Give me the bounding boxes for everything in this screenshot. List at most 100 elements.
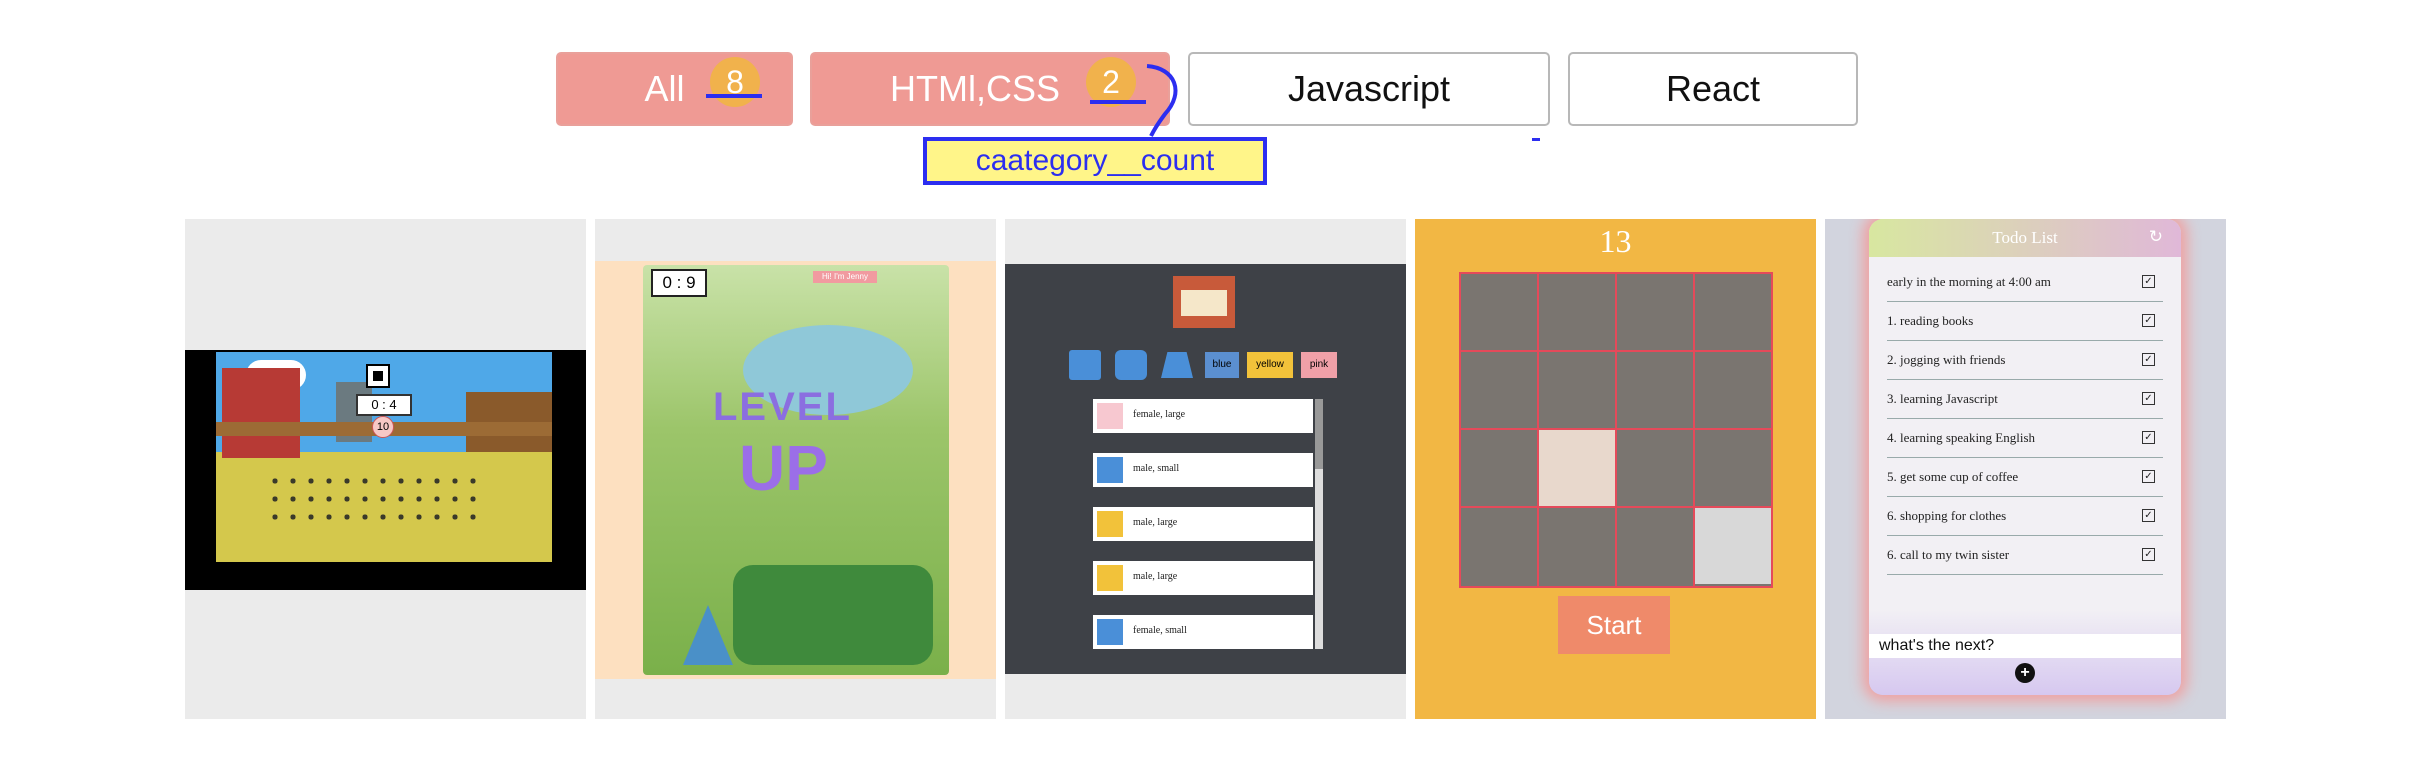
project-card-search-game[interactable]: 0 : 9 Hi! I'm Jenny LEVEL UP [595, 219, 996, 719]
annotation-underline [706, 94, 762, 98]
farm-scene: 0 : 4 10 [216, 352, 552, 562]
product-label: female, large [1133, 409, 1186, 420]
start-label: Start [1586, 609, 1642, 640]
add-icon[interactable]: + [2015, 663, 2035, 683]
todo-item-text: 4. learning speaking English [1887, 430, 2036, 445]
ant-swarm [266, 472, 486, 532]
tent [683, 605, 733, 665]
pants-icon[interactable] [1069, 350, 1101, 380]
list-item[interactable]: male, large [1093, 561, 1313, 595]
annotation-label: caategory__count [923, 137, 1267, 185]
shop-screen: blue yellow pink female, large male, sma… [1005, 264, 1406, 674]
search-scene: 0 : 9 Hi! I'm Jenny LEVEL UP [643, 265, 949, 675]
tab-all-label: All [644, 68, 685, 109]
todo-item-text: 5. get some cup of coffee [1887, 469, 2019, 484]
list-item[interactable]: male, large [1093, 507, 1313, 541]
product-label: male, large [1133, 571, 1178, 582]
list-item[interactable]: 5. get some cup of coffee ✓ [1887, 458, 2163, 497]
skirt-icon [1097, 565, 1123, 591]
list-item[interactable]: female, small [1093, 615, 1313, 649]
up-text: UP [739, 431, 879, 505]
search-game-screen: 0 : 9 Hi! I'm Jenny LEVEL UP [595, 261, 996, 679]
shirt-icon[interactable] [1115, 350, 1147, 380]
tab-html-css[interactable]: HTMl,CSS 2 [810, 52, 1170, 126]
checkbox-icon[interactable]: ✓ [2142, 470, 2155, 483]
todo-item-text: early in the morning at 4:00 am [1887, 274, 2051, 289]
puzzle-tile-blank [1695, 508, 1771, 584]
store-icon[interactable] [1173, 276, 1235, 328]
stop-icon[interactable] [366, 364, 390, 388]
move-counter: 13 [1415, 223, 1816, 260]
category-count-badge: 8 [710, 57, 760, 107]
puzzle-grid[interactable] [1459, 272, 1773, 588]
timer-display: 0 : 9 [651, 269, 707, 297]
project-card-shop[interactable]: blue yellow pink female, large male, sma… [1005, 219, 1406, 719]
farm-game-screen: 0 : 4 10 [185, 350, 586, 590]
checkbox-icon[interactable]: ✓ [2142, 509, 2155, 522]
annotation-mark [1532, 138, 1540, 141]
todo-title: Todo List [1992, 228, 2058, 247]
score-counter-text: 0 : 4 [371, 397, 397, 412]
speech-text: Hi! I'm Jenny [822, 272, 868, 281]
lives-text: 10 [376, 421, 390, 433]
list-item[interactable]: female, large [1093, 399, 1313, 433]
speech-bubble: Hi! I'm Jenny [813, 271, 877, 283]
filter-pink-button[interactable]: pink [1301, 352, 1337, 378]
todo-header: Todo List [1869, 219, 2181, 257]
todo-input[interactable]: what's the next? [1869, 634, 2181, 658]
todo-app: Todo List ↻ early in the morning at 4:00… [1869, 219, 2181, 695]
checkbox-icon[interactable]: ✓ [2142, 314, 2155, 327]
annotation-label-text: caategory__count [975, 144, 1215, 177]
up-label: UP [739, 432, 828, 504]
todo-item-text: 6. shopping for clothes [1887, 508, 2007, 523]
tab-react[interactable]: React [1568, 52, 1858, 126]
level-text: LEVEL [713, 385, 893, 430]
filter-yellow-button[interactable]: yellow [1247, 352, 1293, 378]
project-card-todo[interactable]: Todo List ↻ early in the morning at 4:00… [1825, 219, 2226, 719]
checkbox-icon[interactable]: ✓ [2142, 353, 2155, 366]
tab-react-label: React [1665, 68, 1761, 109]
list-item[interactable]: 1. reading books ✓ [1887, 302, 2163, 341]
checkbox-icon[interactable]: ✓ [2142, 431, 2155, 444]
hedge-maze [733, 565, 933, 665]
tab-javascript[interactable]: Javascript [1188, 52, 1550, 126]
list-item[interactable]: 3. learning Javascript ✓ [1887, 380, 2163, 419]
project-card-puzzle[interactable]: 13 Start [1415, 219, 1816, 719]
list-item[interactable]: 4. learning speaking English ✓ [1887, 419, 2163, 458]
annotation-connector [1146, 64, 1178, 137]
checkbox-icon[interactable]: ✓ [2142, 392, 2155, 405]
list-item[interactable]: 6. call to my twin sister ✓ [1887, 536, 2163, 575]
timer-text: 0 : 9 [662, 273, 696, 292]
product-list[interactable]: female, large male, small male, large ma… [1087, 399, 1325, 649]
skirt-icon [1097, 403, 1123, 429]
checkbox-icon[interactable]: ✓ [2142, 275, 2155, 288]
todo-item-text: 2. jogging with friends [1887, 352, 2006, 367]
product-label: male, small [1133, 463, 1180, 474]
barn [222, 368, 300, 458]
filter-pink-label: pink [1309, 359, 1329, 370]
start-button[interactable]: Start [1558, 596, 1670, 654]
checkbox-icon[interactable]: ✓ [2142, 548, 2155, 561]
project-card-farm-game[interactable]: 0 : 4 10 [185, 219, 586, 719]
skirt-icon [1097, 619, 1123, 645]
list-item[interactable]: early in the morning at 4:00 am ✓ [1887, 263, 2163, 302]
product-label: female, small [1133, 625, 1187, 636]
list-item[interactable]: male, small [1093, 453, 1313, 487]
list-item[interactable]: 2. jogging with friends ✓ [1887, 341, 2163, 380]
refresh-icon[interactable]: ↻ [2149, 227, 2163, 247]
todo-item-text: 1. reading books [1887, 313, 1974, 328]
skirt-icon[interactable] [1161, 352, 1193, 378]
level-label: LEVEL [713, 385, 852, 429]
category-count: 2 [1102, 63, 1120, 100]
scrollbar[interactable] [1315, 399, 1323, 649]
pants-icon [1097, 511, 1123, 537]
score-counter: 0 : 4 [356, 394, 412, 416]
list-item[interactable]: 6. shopping for clothes ✓ [1887, 497, 2163, 536]
todo-item-text: 6. call to my twin sister [1887, 547, 2010, 562]
pants-icon [1097, 457, 1123, 483]
todo-input-value: what's the next? [1879, 637, 1995, 654]
tab-all[interactable]: All 8 [556, 52, 793, 126]
filter-yellow-label: yellow [1256, 359, 1284, 370]
product-label: male, large [1133, 517, 1178, 528]
filter-blue-button[interactable]: blue [1205, 352, 1239, 378]
